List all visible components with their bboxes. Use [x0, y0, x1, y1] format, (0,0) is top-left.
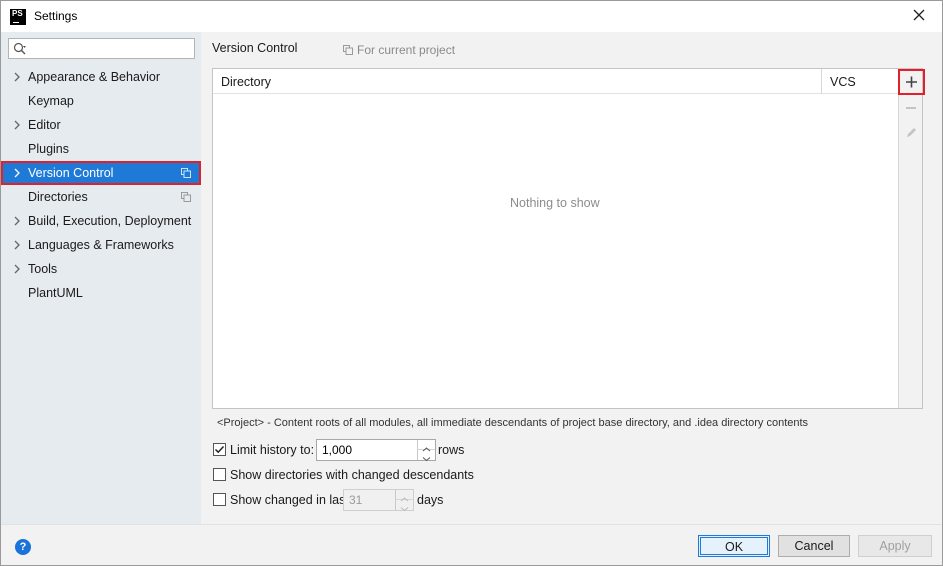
- apply-button[interactable]: Apply: [858, 535, 932, 557]
- app-icon-text: PS: [12, 9, 23, 18]
- add-mapping-button[interactable]: [898, 69, 925, 95]
- sidebar-item-label: Appearance & Behavior: [28, 70, 161, 84]
- ok-button-label: OK: [700, 537, 768, 555]
- sidebar-item-label: Version Control: [28, 166, 114, 180]
- settings-sidebar: Appearance & Behavior Keymap Editor Plug…: [1, 32, 201, 524]
- scope-indicator: For current project: [343, 43, 455, 57]
- sidebar-item-languages-frameworks[interactable]: Languages & Frameworks: [1, 233, 201, 257]
- changed-days-input[interactable]: [349, 493, 394, 507]
- sidebar-item-label: Editor: [28, 118, 61, 132]
- edit-icon[interactable]: [899, 121, 923, 145]
- changed-days-spinner[interactable]: [343, 489, 414, 512]
- remove-icon[interactable]: [899, 96, 923, 120]
- chevron-down-icon[interactable]: [396, 504, 413, 514]
- limit-history-row: Limit history to: rows: [213, 439, 473, 462]
- footer-divider: [1, 524, 942, 525]
- project-scope-icon: [181, 192, 191, 202]
- increment-button[interactable]: [418, 440, 435, 452]
- chevron-right-icon[interactable]: [12, 240, 22, 250]
- checkmark-icon: [214, 445, 225, 454]
- chevron-right-icon[interactable]: [12, 168, 22, 178]
- sidebar-item-label: Directories: [28, 190, 88, 204]
- column-header-directory[interactable]: Directory: [221, 75, 271, 89]
- vcs-mappings-table[interactable]: Directory VCS Nothing to show: [212, 68, 925, 409]
- column-header-vcs[interactable]: VCS: [830, 75, 856, 89]
- sidebar-item-label: Languages & Frameworks: [28, 238, 174, 252]
- show-directories-checkbox[interactable]: [213, 468, 226, 481]
- empty-table-text: Nothing to show: [510, 196, 600, 210]
- spinner-buttons: [395, 490, 413, 512]
- sidebar-item-label: Keymap: [28, 94, 74, 108]
- close-icon[interactable]: [910, 6, 928, 24]
- spinner-buttons: [417, 440, 435, 462]
- sidebar-item-directories[interactable]: Directories: [1, 185, 201, 209]
- app-icon: PS: [10, 9, 26, 25]
- window-title: Settings: [34, 9, 78, 23]
- search-icon[interactable]: [13, 42, 27, 56]
- history-limit-input[interactable]: [322, 443, 412, 457]
- table-header: Directory VCS: [213, 69, 898, 94]
- sidebar-item-label: PlantUML: [28, 286, 83, 300]
- sidebar-item-build-execution-deployment[interactable]: Build, Execution, Deployment: [1, 209, 201, 233]
- column-divider[interactable]: [821, 69, 822, 94]
- settings-search-box[interactable]: [8, 38, 195, 59]
- sidebar-item-label: Plugins: [28, 142, 69, 156]
- chevron-right-icon[interactable]: [12, 120, 22, 130]
- sidebar-item-plugins[interactable]: Plugins: [1, 137, 201, 161]
- sidebar-item-plantuml[interactable]: PlantUML: [1, 281, 201, 305]
- limit-history-checkbox[interactable]: [213, 443, 226, 456]
- cancel-button[interactable]: Cancel: [778, 535, 850, 557]
- remove-mapping-button[interactable]: [899, 96, 923, 120]
- project-hint-text: <Project> - Content roots of all modules…: [217, 417, 809, 429]
- sidebar-item-tools[interactable]: Tools: [1, 257, 201, 281]
- settings-tree: Appearance & Behavior Keymap Editor Plug…: [1, 65, 201, 305]
- sidebar-item-appearance-behavior[interactable]: Appearance & Behavior: [1, 65, 201, 89]
- history-limit-spinner[interactable]: [316, 439, 436, 462]
- project-scope-icon: [343, 45, 353, 55]
- chevron-right-icon[interactable]: [12, 72, 22, 82]
- title-bar: PS Settings: [1, 1, 942, 32]
- sidebar-item-editor[interactable]: Editor: [1, 113, 201, 137]
- show-changed-label[interactable]: Show changed in last: [230, 490, 349, 510]
- ok-button[interactable]: OK: [698, 535, 770, 557]
- project-scope-icon: [181, 168, 191, 178]
- help-icon[interactable]: ?: [15, 539, 31, 555]
- settings-window: PS Settings Appearance & Behavior Keymap: [0, 0, 943, 566]
- decrement-button[interactable]: [396, 500, 413, 512]
- search-input[interactable]: [33, 41, 191, 56]
- table-toolbar: [898, 69, 925, 408]
- edit-mapping-button[interactable]: [899, 121, 923, 145]
- history-limit-unit: rows: [438, 443, 465, 457]
- show-changed-row: Show changed in last days: [213, 489, 453, 512]
- show-directories-row: Show directories with changed descendant…: [213, 465, 474, 485]
- chevron-down-icon[interactable]: [418, 454, 435, 464]
- sidebar-item-label: Tools: [28, 262, 58, 276]
- chevron-right-icon[interactable]: [12, 216, 22, 226]
- changed-days-unit: days: [417, 493, 444, 507]
- sidebar-item-label: Build, Execution, Deployment: [28, 214, 192, 228]
- decrement-button[interactable]: [418, 450, 435, 462]
- sidebar-item-version-control[interactable]: Version Control: [1, 161, 201, 185]
- limit-history-label[interactable]: Limit history to:: [230, 440, 314, 460]
- scope-label: For current project: [357, 43, 456, 57]
- show-changed-checkbox[interactable]: [213, 493, 226, 506]
- increment-button[interactable]: [396, 490, 413, 502]
- page-title: Version Control: [212, 41, 298, 55]
- add-icon[interactable]: [900, 71, 923, 93]
- show-directories-label[interactable]: Show directories with changed descendant…: [230, 465, 474, 485]
- chevron-right-icon[interactable]: [12, 264, 22, 274]
- sidebar-item-keymap[interactable]: Keymap: [1, 89, 201, 113]
